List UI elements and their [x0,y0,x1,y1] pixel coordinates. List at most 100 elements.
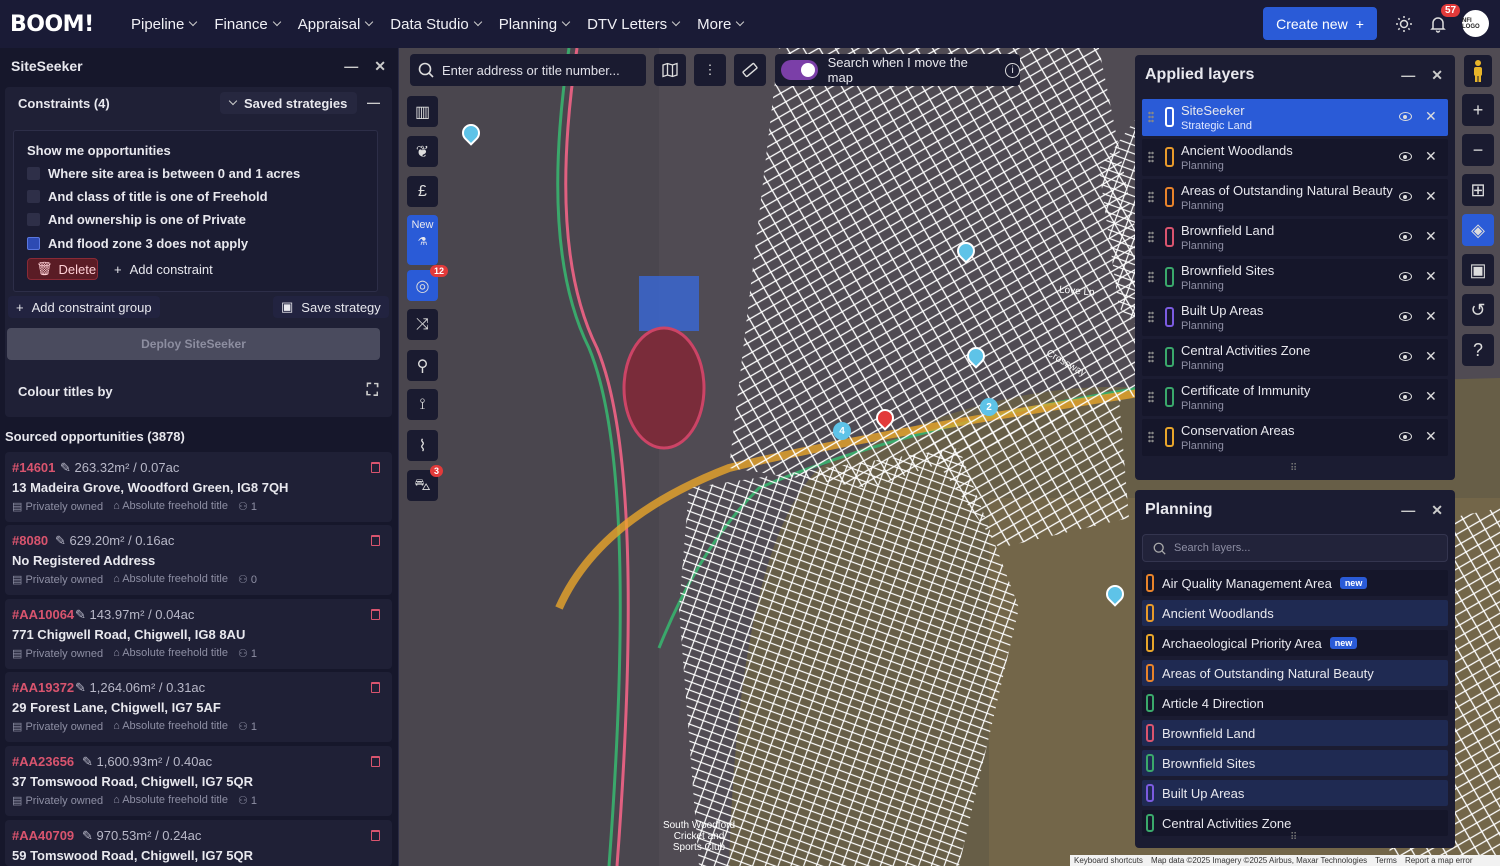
map-icon[interactable] [654,54,686,86]
add-constraint-button[interactable]: + Add constraint [114,258,213,280]
collapse-icon[interactable]: — [367,95,380,110]
ruler-icon[interactable] [734,54,766,86]
drag-handle-icon[interactable] [1148,191,1154,203]
colour-titles-by[interactable]: Colour titles by ⛶ [5,373,392,409]
eye-icon[interactable] [1399,352,1412,361]
close-icon[interactable]: ✕ [1425,428,1437,445]
constraint-row[interactable]: And class of title is one of Freehold [27,189,268,204]
close-icon[interactable]: ✕ [1425,268,1437,285]
terms-link[interactable]: Terms [1375,856,1397,865]
planning-layer-item[interactable]: Areas of Outstanding Natural Beauty [1142,660,1448,686]
close-icon[interactable]: ✕ [1425,228,1437,245]
trash-icon[interactable] [371,830,380,841]
drag-handle-icon[interactable] [1148,151,1154,163]
eye-icon[interactable] [1399,232,1412,241]
avatar[interactable]: NFI LOGO [1462,10,1489,37]
planning-layer-item[interactable]: Brownfield Sites [1142,750,1448,776]
eye-icon[interactable] [1399,392,1412,401]
layer-row[interactable]: Brownfield Land Planning ✕ [1142,219,1448,256]
close-icon[interactable]: ✕ [1431,502,1443,519]
save-icon[interactable]: ▣ [1462,254,1494,286]
nav-pipeline[interactable]: Pipeline [122,0,205,48]
planning-layer-item[interactable]: Ancient Woodlands [1142,600,1448,626]
trash-icon[interactable] [371,609,380,620]
trash-icon[interactable] [371,682,380,693]
opportunity-card[interactable]: #14601 ✎ 263.32m² / 0.07ac 13 Madeira Gr… [5,452,392,522]
close-icon[interactable]: ✕ [1425,388,1437,405]
constraint-row[interactable]: And ownership is one of Private [27,212,246,227]
opportunity-card[interactable]: #AA10064 ✎ 143.97m² / 0.04ac 771 Chigwel… [5,599,392,669]
toggle-switch[interactable] [781,60,818,80]
constraint-row[interactable]: And flood zone 3 does not apply [27,236,248,251]
opportunity-id[interactable]: #AA40709 [12,828,74,843]
constraint-row[interactable]: Where site area is between 0 and 1 acres [27,166,300,181]
minimize-icon[interactable]: — [344,58,358,75]
layers-icon[interactable]: ◈ [1462,214,1494,246]
layer-row[interactable]: Brownfield Sites Planning ✕ [1142,259,1448,296]
close-icon[interactable]: ✕ [374,58,386,75]
eye-icon[interactable] [1399,152,1412,161]
delete-button[interactable]: 🗑 Delete [27,258,98,280]
layer-row[interactable]: SiteSeeker Strategic Land ✕ [1142,99,1448,136]
buildings-icon[interactable]: ▥ [407,96,438,127]
eye-icon[interactable] [1399,272,1412,281]
keyboard-shortcuts-link[interactable]: Keyboard shortcuts [1074,856,1143,865]
drag-handle-icon[interactable] [1148,311,1154,323]
leaf-icon[interactable]: ❦ [407,136,438,167]
nav-more[interactable]: More [688,0,752,48]
minimize-icon[interactable]: — [1401,67,1415,84]
nav-planning[interactable]: Planning [490,0,578,48]
save-strategy-button[interactable]: ▣ Save strategy [273,296,389,318]
eye-icon[interactable] [1399,112,1412,121]
close-icon[interactable]: ✕ [1425,148,1437,165]
constraint-checkbox[interactable] [27,237,40,250]
pylon-icon[interactable]: ⟟ [407,389,438,420]
saved-strategies-dropdown[interactable]: Saved strategies [220,92,358,114]
zoom-out-icon[interactable]: − [1462,134,1494,166]
drag-handle-icon[interactable] [1148,271,1154,283]
close-icon[interactable]: ✕ [1431,67,1443,84]
opportunity-id[interactable]: #AA19372 [12,680,74,695]
chart-icon[interactable]: ⌇ [407,430,438,461]
sun-icon[interactable] [1392,12,1416,36]
layer-row[interactable]: Central Activities Zone Planning ✕ [1142,339,1448,376]
grid-icon[interactable]: ⊞ [1462,174,1494,206]
map-search-input[interactable]: Enter address or title number... [410,54,646,86]
resize-handle-icon[interactable]: ⠿ [1290,463,1297,474]
layer-row[interactable]: Certificate of Immunity Planning ✕ [1142,379,1448,416]
constraint-checkbox[interactable] [27,213,40,226]
opportunity-id[interactable]: #AA23656 [12,754,74,769]
map-cluster[interactable]: 4 [833,422,851,440]
drag-handle-icon[interactable] [1148,431,1154,443]
drag-handle-icon[interactable] [1148,111,1154,123]
trash-icon[interactable] [371,462,380,473]
planning-layer-item[interactable]: Built Up Areas [1142,780,1448,806]
minimize-icon[interactable]: — [1401,502,1415,519]
opportunity-id[interactable]: #14601 [12,460,55,475]
drag-handle-icon[interactable] [1148,391,1154,403]
deploy-siteseeker-button[interactable]: Deploy SiteSeeker [7,328,380,360]
info-icon[interactable]: i [1005,62,1020,78]
trash-icon[interactable] [371,535,380,546]
opportunity-card[interactable]: #8080 ✎ 629.20m² / 0.16ac No Registered … [5,525,392,595]
drag-handle-icon[interactable] [1148,231,1154,243]
boom-logo[interactable]: BOOM! [10,12,122,37]
nav-finance[interactable]: Finance [205,0,288,48]
resize-handle-icon[interactable]: ⠿ [1290,832,1297,843]
add-constraint-group-button[interactable]: + Add constraint group [8,296,160,318]
opportunity-card[interactable]: #AA19372 ✎ 1,264.06m² / 0.31ac 29 Forest… [5,672,392,742]
drag-handle-icon[interactable] [1148,351,1154,363]
opportunity-card[interactable]: #AA40709 ✎ 970.53m² / 0.24ac 59 Tomswood… [5,820,392,866]
close-icon[interactable]: ✕ [1425,108,1437,125]
planning-layer-item[interactable]: Article 4 Direction [1142,690,1448,716]
layer-row[interactable]: Built Up Areas Planning ✕ [1142,299,1448,336]
report-error-link[interactable]: Report a map error [1405,856,1473,865]
close-icon[interactable]: ✕ [1425,348,1437,365]
close-icon[interactable]: ✕ [1425,308,1437,325]
search-on-move-toggle[interactable]: Search when I move the map i [775,54,1020,86]
layer-row[interactable]: Areas of Outstanding Natural Beauty Plann… [1142,179,1448,216]
pound-icon[interactable]: £ [407,176,438,207]
expand-icon[interactable]: ⛶ [367,382,378,400]
create-new-button[interactable]: Create new + [1263,7,1377,40]
constraint-checkbox[interactable] [27,190,40,203]
